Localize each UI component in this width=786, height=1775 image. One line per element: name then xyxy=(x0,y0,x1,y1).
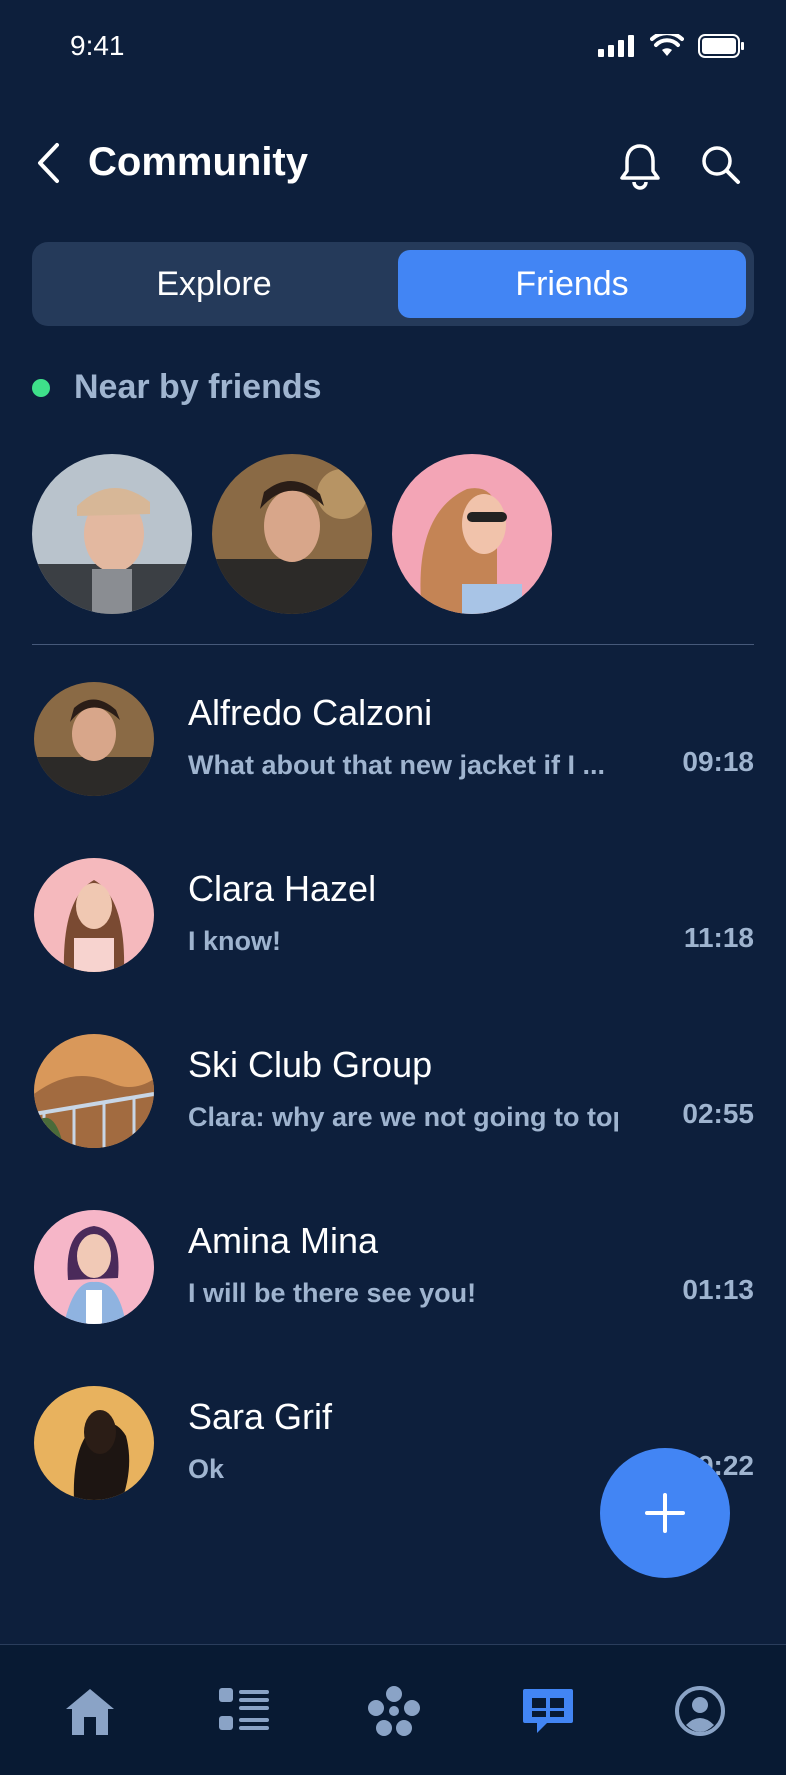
tab-list[interactable] xyxy=(214,1683,274,1739)
search-button[interactable] xyxy=(700,144,746,190)
header: Community xyxy=(0,130,786,200)
plus-icon xyxy=(645,1493,685,1533)
home-icon xyxy=(66,1689,114,1735)
list-icon xyxy=(219,1688,269,1730)
chat-list-item[interactable]: Amina Mina I will be there see you! 01:1… xyxy=(0,1204,786,1344)
chat-list-item[interactable]: Clara Hazel I know! 11:18 xyxy=(0,852,786,992)
avatar xyxy=(34,1210,154,1324)
chat-time: 09:18 xyxy=(682,746,754,777)
nearby-avatar[interactable] xyxy=(32,454,192,614)
nearby-friends-row xyxy=(32,454,552,614)
segment-control: Explore Friends xyxy=(32,242,754,326)
divider xyxy=(32,644,754,645)
battery-icon xyxy=(698,34,744,58)
chat-preview: What about that new jacket if I ... xyxy=(188,750,606,780)
chat-preview: Ok xyxy=(188,1454,225,1484)
chat-preview: Clara: why are we not going to top.. xyxy=(188,1102,618,1132)
wifi-icon xyxy=(650,34,684,56)
avatar xyxy=(34,858,154,972)
apps-icon xyxy=(368,1686,420,1736)
tab-friends[interactable]: Friends xyxy=(398,250,746,318)
chat-list-item[interactable]: Alfredo Calzoni What about that new jack… xyxy=(0,676,786,816)
page-title: Community xyxy=(88,140,308,184)
tab-profile[interactable] xyxy=(670,1683,730,1739)
online-indicator xyxy=(32,378,50,397)
avatar xyxy=(34,1386,154,1500)
chat-preview: I will be there see you! xyxy=(188,1278,477,1308)
nearby-label: Near by friends xyxy=(74,368,322,406)
chat-name: Ski Club Group xyxy=(188,1044,433,1085)
chat-name: Amina Mina xyxy=(188,1220,379,1261)
chat-time: 11:18 xyxy=(683,922,754,953)
avatar-photo xyxy=(392,454,552,614)
bell-icon xyxy=(620,144,660,190)
status-bar: 9:41 xyxy=(0,0,786,96)
chat-time: 02:55 xyxy=(682,1098,754,1129)
nearby-header: Near by friends xyxy=(32,368,322,407)
avatar xyxy=(34,682,154,796)
bottom-tab-bar xyxy=(0,1644,786,1775)
chat-name: Clara Hazel xyxy=(188,868,377,909)
signal-icon xyxy=(598,35,634,57)
chat-time: 01:13 xyxy=(682,1274,754,1305)
tab-explore[interactable]: Explore xyxy=(40,250,388,318)
avatar-photo xyxy=(32,454,192,614)
chat-name: Alfredo Calzoni xyxy=(188,692,433,733)
chat-icon xyxy=(523,1689,573,1733)
status-time: 9:41 xyxy=(70,30,125,61)
avatar-photo xyxy=(212,454,372,614)
search-icon xyxy=(702,146,740,184)
add-chat-button[interactable] xyxy=(600,1448,730,1578)
avatar xyxy=(34,1034,154,1148)
back-button[interactable] xyxy=(28,138,68,188)
profile-icon xyxy=(675,1686,725,1736)
nearby-avatar[interactable] xyxy=(212,454,372,614)
chevron-left-icon xyxy=(38,143,59,183)
tab-chat[interactable] xyxy=(518,1683,578,1739)
tab-home[interactable] xyxy=(60,1683,120,1739)
chat-name: Sara Grif xyxy=(188,1396,333,1437)
chat-preview: I know! xyxy=(188,926,281,956)
notifications-button[interactable] xyxy=(618,142,666,192)
chat-list-item[interactable]: Ski Club Group Clara: why are we not goi… xyxy=(0,1028,786,1168)
nearby-avatar[interactable] xyxy=(392,454,552,614)
status-icons xyxy=(598,34,746,58)
tab-apps[interactable] xyxy=(364,1683,424,1739)
